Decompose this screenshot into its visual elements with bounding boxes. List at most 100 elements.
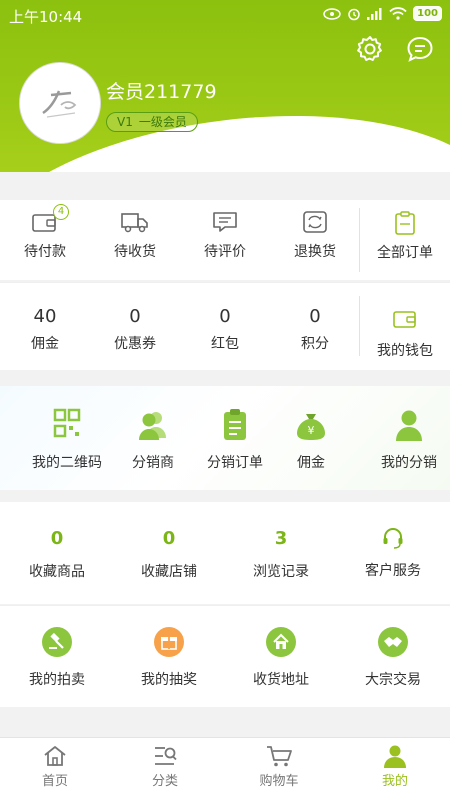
tab-home-label: 首页	[41, 774, 68, 789]
my-wallet-button[interactable]: 我的钱包	[368, 308, 442, 360]
wallet-row: 40 佣金 0 优惠券 0 红包 0 积分 我的钱包	[0, 282, 450, 370]
divider	[359, 296, 360, 356]
tab-cart-label: 购物车	[259, 774, 299, 789]
level-name: 一级会员	[138, 115, 187, 129]
my-distribution-label: 我的分销	[381, 455, 437, 471]
order-pending-review[interactable]: 待评价	[190, 210, 260, 261]
distribution-row: 我的二维码 分销商 分销订单 ¥ 佣金 我的分销	[0, 386, 450, 490]
my-auction-item[interactable]: 我的拍卖	[18, 627, 96, 689]
distributors-label: 分销商	[132, 455, 174, 471]
home-icon	[266, 627, 296, 657]
browse-history-item[interactable]: 3 浏览记录	[242, 528, 320, 581]
commission-label: 佣金	[31, 336, 59, 352]
commission-detail-item[interactable]: ¥ 佣金	[276, 408, 346, 472]
browse-history-count: 3	[274, 528, 288, 549]
users-icon	[139, 412, 166, 440]
order-pending-payment[interactable]: 待付款 4	[10, 204, 80, 261]
wallet-icon	[393, 311, 416, 328]
tab-profile-label: 我的	[381, 774, 408, 789]
truck-icon	[121, 213, 148, 233]
distributors-item[interactable]: 分销商	[118, 408, 188, 472]
handshake-icon	[378, 627, 408, 657]
distribution-orders-label: 分销订单	[207, 455, 263, 471]
status-bar: 上午10:44 100	[0, 0, 450, 30]
category-icon	[155, 747, 177, 765]
qrcode-label: 我的二维码	[32, 455, 102, 471]
moneybag-icon: ¥	[297, 414, 325, 440]
favorite-products-item[interactable]: 0 收藏商品	[18, 528, 96, 581]
my-auction-label: 我的拍卖	[29, 672, 85, 688]
order-pending-receipt[interactable]: 待收货	[100, 210, 170, 261]
divider	[0, 282, 450, 283]
cart-icon	[267, 746, 292, 767]
orders-row: 待付款 4 待收货 待评价 退换货 全部订单	[0, 200, 450, 280]
headset-icon	[383, 528, 403, 549]
avatar[interactable]	[20, 63, 100, 143]
order-label: 退换货	[294, 244, 336, 260]
profile-icon	[384, 745, 406, 768]
message-icon[interactable]	[405, 34, 435, 64]
points-item[interactable]: 0 积分	[280, 306, 350, 353]
my-lottery-item[interactable]: 我的抽奖	[130, 627, 208, 689]
my-lottery-label: 我的抽奖	[141, 672, 197, 688]
clipboard-icon	[224, 409, 246, 440]
eye-icon	[323, 7, 341, 20]
my-distribution-item[interactable]: 我的分销	[372, 408, 446, 472]
bottom-tab-bar: 首页 分类 购物车 我的	[0, 737, 450, 800]
customer-service-label: 客户服务	[365, 563, 421, 579]
order-returns[interactable]: 退换货	[280, 210, 350, 261]
order-label: 待付款	[24, 244, 66, 260]
tab-category[interactable]: 分类	[125, 744, 205, 789]
commission-detail-label: 佣金	[297, 455, 325, 471]
favorite-stores-item[interactable]: 0 收藏店铺	[130, 528, 208, 581]
settings-gear-icon[interactable]	[355, 34, 385, 64]
svg-text:¥: ¥	[308, 424, 315, 437]
coupon-item[interactable]: 0 优惠券	[100, 306, 170, 353]
my-qrcode-item[interactable]: 我的二维码	[28, 408, 106, 472]
alarm-icon	[348, 8, 360, 20]
customer-service-item[interactable]: 客户服务	[354, 526, 432, 580]
tab-home[interactable]: 首页	[15, 744, 95, 789]
qrcode-icon	[53, 408, 81, 438]
browse-history-label: 浏览记录	[253, 564, 309, 580]
gavel-icon	[42, 627, 72, 657]
divider	[0, 605, 450, 606]
all-orders-button[interactable]: 全部订单	[368, 210, 442, 262]
points-value: 0	[309, 306, 321, 327]
home-tab-icon	[44, 746, 66, 766]
shipping-address-label: 收货地址	[253, 672, 309, 688]
all-orders-label: 全部订单	[377, 245, 433, 261]
my-wallet-label: 我的钱包	[377, 343, 433, 359]
favorite-stores-count: 0	[162, 528, 176, 549]
red-packet-item[interactable]: 0 红包	[190, 306, 260, 353]
status-time: 上午10:44	[9, 8, 83, 26]
profile-header: 上午10:44 100 会员211779 V1 一级会员	[0, 0, 450, 172]
tab-cart[interactable]: 购物车	[239, 744, 319, 789]
tab-profile[interactable]: 我的	[355, 744, 435, 789]
coupon-label: 优惠券	[114, 336, 156, 352]
exchange-icon	[303, 211, 327, 233]
distribution-orders-item[interactable]: 分销订单	[198, 408, 272, 472]
battery-indicator: 100	[413, 6, 442, 21]
points-label: 积分	[301, 336, 329, 352]
status-icons: 100	[323, 6, 442, 21]
divider	[359, 208, 360, 272]
favorite-stores-label: 收藏店铺	[141, 564, 197, 580]
bulk-trade-item[interactable]: 大宗交易	[354, 627, 432, 689]
gift-icon	[154, 627, 184, 657]
commission-value: 40	[33, 306, 57, 327]
bulk-trade-label: 大宗交易	[365, 672, 421, 688]
tab-category-label: 分类	[151, 774, 178, 789]
level-code: V1	[117, 115, 133, 129]
favorite-products-count: 0	[50, 528, 64, 549]
username: 会员211779	[106, 81, 217, 103]
shipping-address-item[interactable]: 收货地址	[242, 627, 320, 689]
member-level-badge: V1 一级会员	[106, 112, 198, 132]
red-packet-label: 红包	[211, 336, 239, 352]
clipboard-icon	[395, 211, 415, 235]
coupon-value: 0	[129, 306, 141, 327]
stats-row: 0 收藏商品 0 收藏店铺 3 浏览记录 客户服务	[0, 502, 450, 604]
commission-item[interactable]: 40 佣金	[10, 306, 80, 353]
red-packet-value: 0	[219, 306, 231, 327]
avatar-logo-icon	[42, 90, 77, 118]
